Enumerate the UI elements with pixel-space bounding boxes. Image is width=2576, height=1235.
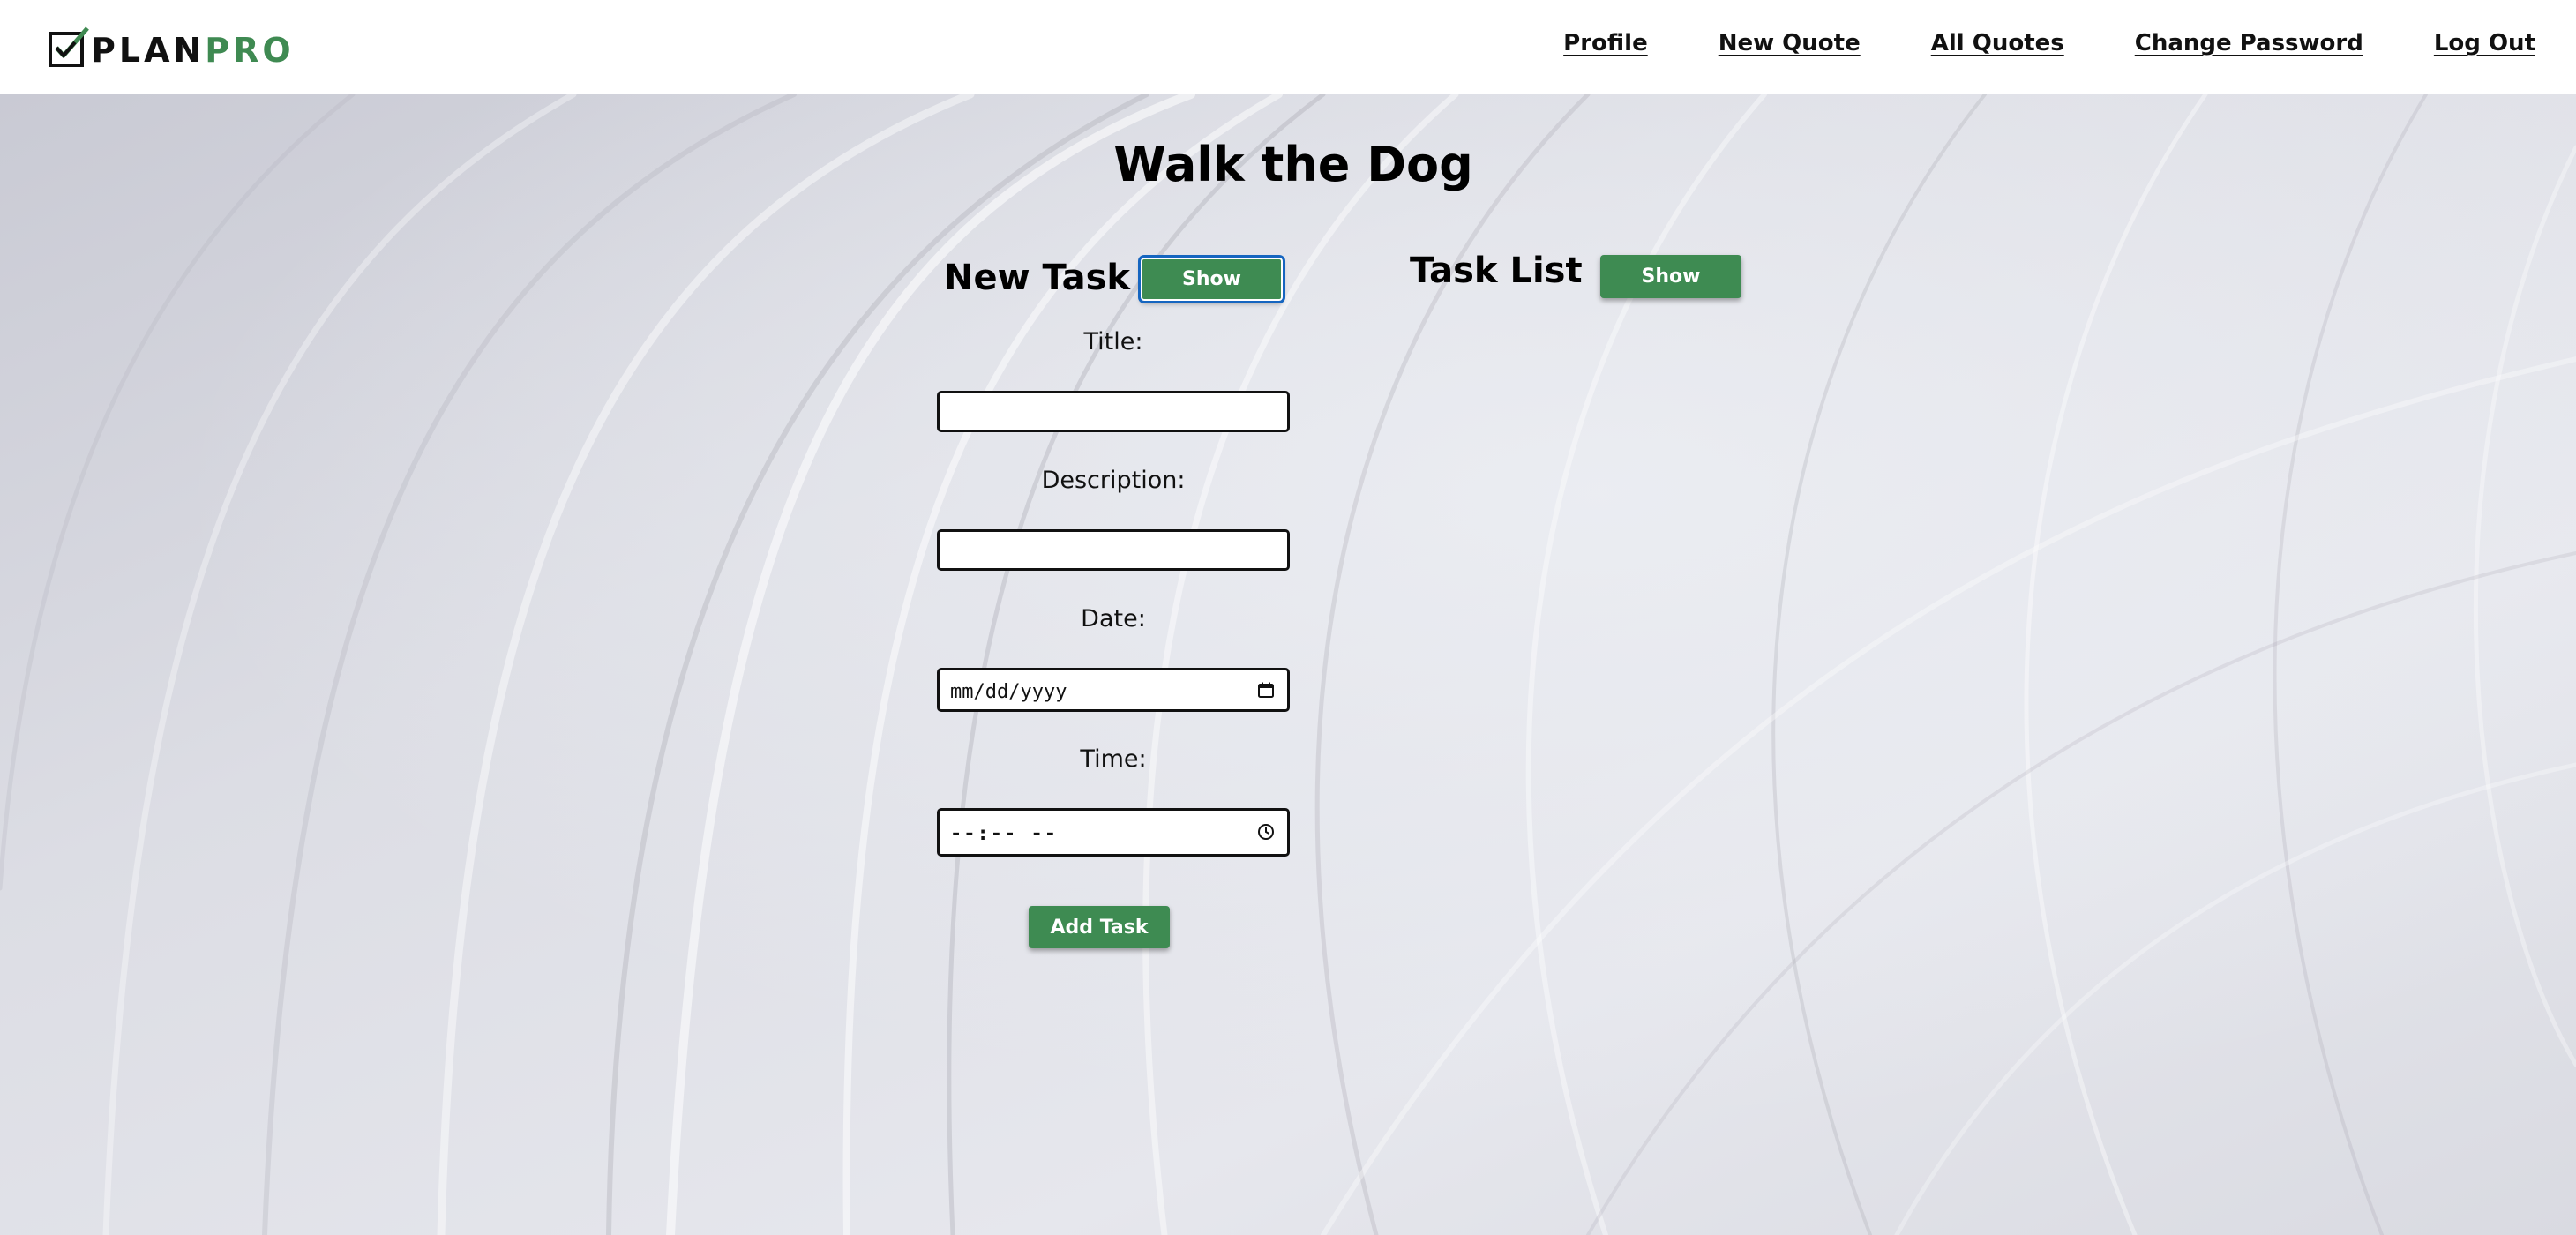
page-title: Walk the Dog [1113,137,1473,192]
new-task-heading: New Task [944,258,1131,298]
nav-link-all-quotes[interactable]: All Quotes [1931,30,2064,56]
top-navbar: PLANPRO Profile New Quote All Quotes Cha… [0,0,2576,94]
time-placeholder: --:-- -- [950,823,1058,845]
logo-text: PLANPRO [91,34,295,67]
task-list-heading: Task List [1410,251,1583,291]
nav-link-change-password[interactable]: Change Password [2135,30,2363,56]
description-input[interactable] [937,529,1290,571]
checkmark-logo-icon [49,26,89,67]
date-input[interactable]: mm/dd/yyyy [937,668,1290,712]
calendar-icon[interactable] [1257,681,1275,699]
planpro-logo[interactable]: PLANPRO [49,19,295,67]
description-label: Description: [1041,467,1186,494]
time-label: Time: [1080,745,1147,773]
nav-link-profile[interactable]: Profile [1563,30,1648,56]
date-placeholder: mm/dd/yyyy [950,681,1067,703]
logo-text-pro: PRO [205,31,295,70]
clock-icon[interactable] [1257,823,1275,841]
time-input[interactable]: --:-- -- [937,808,1290,857]
nav-links: Profile New Quote All Quotes Change Pass… [1493,30,2535,56]
task-list-show-button[interactable]: Show [1600,255,1741,298]
nav-link-new-quote[interactable]: New Quote [1719,30,1861,56]
title-label: Title: [1083,328,1143,356]
logo-text-plan: PLAN [91,31,206,70]
date-label: Date: [1081,605,1146,632]
new-task-show-button[interactable]: Show [1138,255,1285,303]
nav-link-log-out[interactable]: Log Out [2434,30,2535,56]
title-input[interactable] [937,391,1290,432]
background-waves [0,94,2576,1235]
add-task-button[interactable]: Add Task [1029,906,1170,948]
